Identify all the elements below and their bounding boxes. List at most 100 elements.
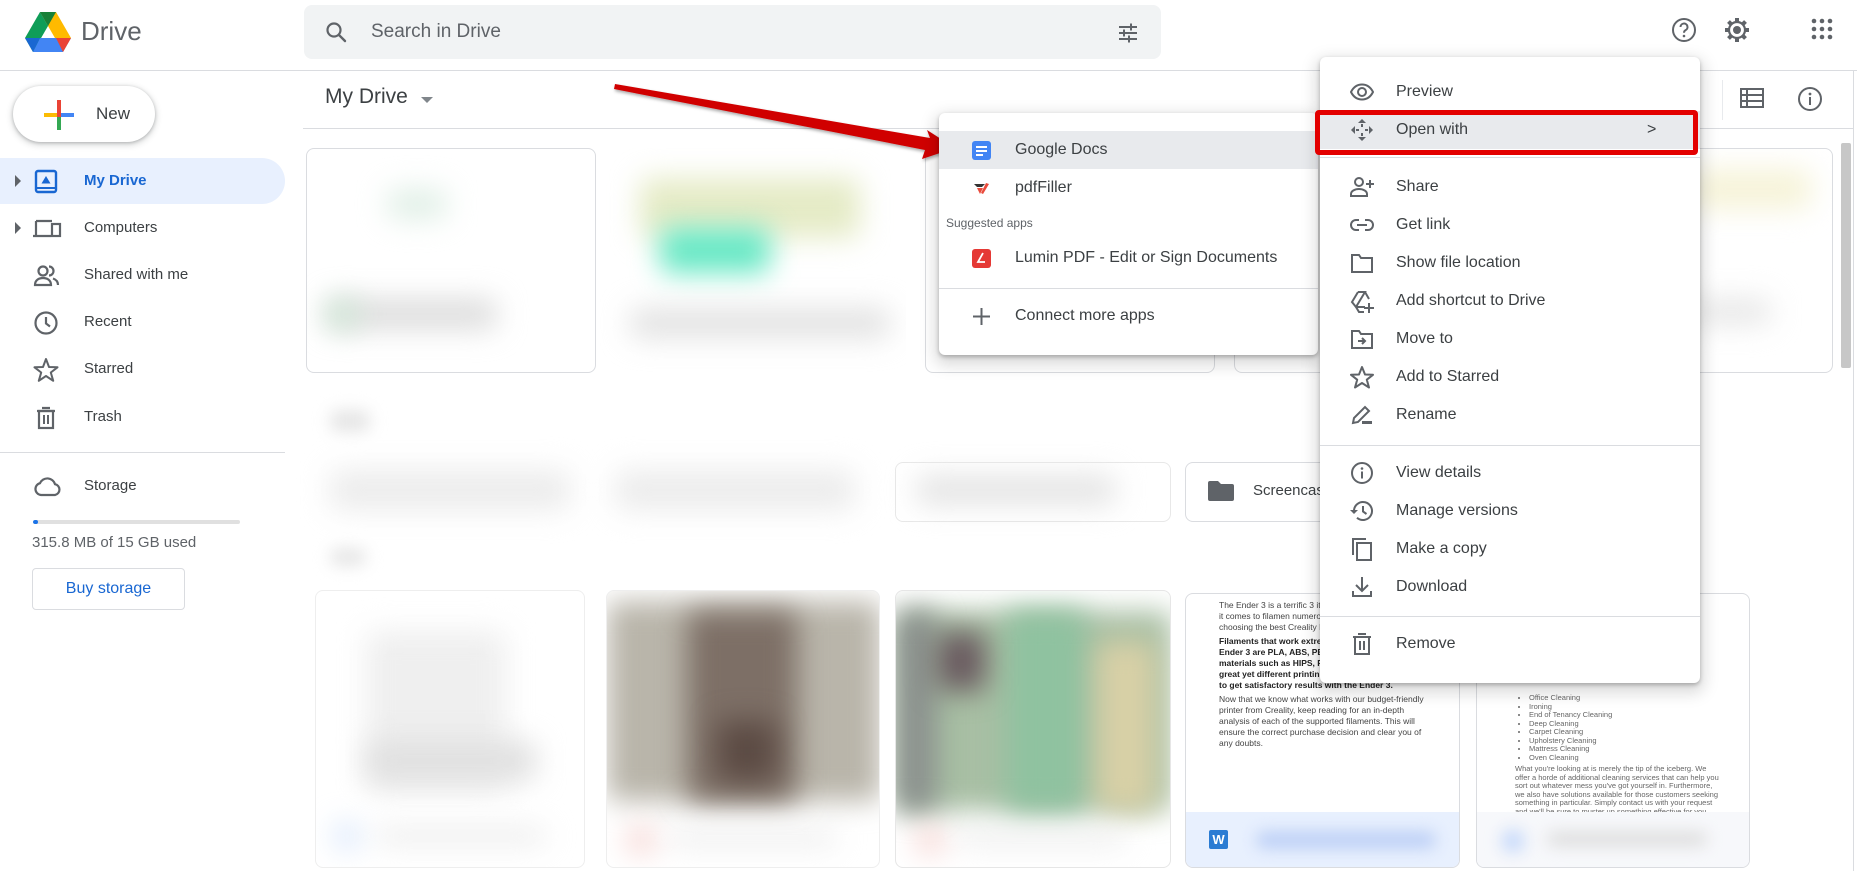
sidebar-item-computers[interactable]: Computers [0, 205, 285, 251]
open-with-icon [1350, 118, 1374, 142]
file-name-blurred [1547, 832, 1707, 846]
menu-divider [1320, 616, 1700, 617]
sidebar-item-label: Starred [84, 360, 134, 377]
pdffiller-icon [972, 179, 991, 198]
folder-card-blurred[interactable] [615, 470, 855, 510]
page-title[interactable]: My Drive [325, 85, 408, 109]
menu-item-add-to-starred[interactable]: Add to Starred [1320, 358, 1700, 396]
move-to-icon [1350, 327, 1374, 351]
file-name-blurred [1256, 832, 1436, 848]
cloud-icon [33, 475, 61, 501]
sidebar-item-recent[interactable]: Recent [0, 299, 285, 345]
expand-caret-icon[interactable] [15, 222, 21, 234]
storage-progress-bar [33, 520, 240, 524]
menu-item-show-file-location[interactable]: Show file location [1320, 244, 1700, 282]
details-info-icon[interactable] [1797, 86, 1823, 112]
google-docs-icon [972, 141, 991, 160]
menu-item-remove[interactable]: Remove [1320, 625, 1700, 663]
search-icon[interactable] [324, 20, 348, 44]
menu-item-manage-versions[interactable]: Manage versions [1320, 492, 1700, 530]
file-card-blurred[interactable] [1690, 148, 1833, 373]
new-button-label: New [96, 104, 131, 123]
info-icon [1350, 461, 1374, 485]
sidebar-item-label: Recent [84, 313, 132, 330]
search-options-icon[interactable] [1116, 21, 1140, 45]
menu-item-view-details[interactable]: View details [1320, 454, 1700, 492]
computers-icon [33, 216, 62, 242]
menu-item-get-link[interactable]: Get link [1320, 206, 1700, 244]
sidebar-item-shared-with-me[interactable]: Shared with me [0, 252, 285, 298]
storage-label: Storage [84, 477, 137, 494]
menu-divider [1320, 445, 1700, 446]
sidebar-item-label: My Drive [84, 172, 147, 189]
search-bar[interactable] [304, 5, 1161, 59]
sidebar-item-my-drive[interactable]: My Drive [0, 158, 285, 204]
menu-item-share[interactable]: Share [1320, 168, 1700, 206]
panel-border [1853, 71, 1854, 871]
new-button[interactable]: New [13, 86, 155, 142]
trash-icon [1350, 632, 1374, 656]
menu-item-open-with[interactable]: Open with > [1320, 111, 1700, 149]
annotation-arrow [600, 70, 970, 170]
submenu-chevron-icon: > [1647, 121, 1657, 138]
history-icon [1350, 499, 1374, 523]
suggested-apps-heading: Suggested apps [946, 216, 1033, 230]
menu-item-move-to[interactable]: Move to [1320, 320, 1700, 358]
submenu-item-lumin-pdf[interactable]: Lumin PDF - Edit or Sign Documents [939, 239, 1318, 277]
submenu-item-pdffiller[interactable]: pdfFiller [939, 169, 1318, 207]
menu-item-rename[interactable]: Rename [1320, 396, 1700, 434]
sidebar-item-label: Computers [84, 219, 158, 236]
toolbar-separator [1722, 80, 1723, 120]
doc-file-icon [1502, 830, 1524, 852]
folder-icon [1208, 481, 1234, 501]
trash-icon [33, 405, 59, 431]
apps-grid-icon[interactable] [1810, 17, 1836, 43]
menu-item-download[interactable]: Download [1320, 568, 1700, 606]
app-name: Drive [81, 16, 142, 46]
sidebar-item-label: Trash [84, 408, 122, 425]
help-icon[interactable] [1671, 17, 1697, 43]
title-dropdown-icon[interactable] [421, 97, 433, 103]
settings-icon[interactable] [1724, 17, 1750, 43]
plus-icon [972, 307, 991, 326]
buy-storage-button[interactable]: Buy storage [32, 568, 185, 610]
storage-usage-text: 315.8 MB of 15 GB used [32, 534, 197, 551]
file-card-blurred[interactable] [600, 148, 906, 373]
drive-logo-icon[interactable] [25, 12, 71, 52]
menu-item-preview[interactable]: Preview [1320, 73, 1700, 111]
folder-card-blurred[interactable] [895, 462, 1171, 522]
search-input[interactable] [371, 15, 1071, 49]
my-drive-icon [33, 169, 59, 195]
sidebar-divider [0, 452, 285, 453]
file-context-menu: Preview Open with > Share Get link Show … [1320, 57, 1700, 683]
file-card-blurred[interactable] [315, 590, 585, 868]
menu-item-make-a-copy[interactable]: Make a copy [1320, 530, 1700, 568]
file-card-blurred[interactable] [306, 148, 596, 373]
folder-card-blurred[interactable] [330, 470, 570, 510]
submenu-item-google-docs[interactable]: Google Docs [939, 131, 1318, 169]
sidebar-item-trash[interactable]: Trash [0, 394, 285, 440]
list-view-icon[interactable] [1740, 87, 1764, 109]
menu-divider [1320, 157, 1700, 158]
open-with-submenu: Google Docs pdfFiller Suggested apps Lum… [939, 113, 1318, 355]
add-shortcut-icon [1350, 289, 1374, 313]
submenu-item-connect-more-apps[interactable]: Connect more apps [939, 297, 1318, 335]
link-icon [1350, 213, 1374, 237]
folder-card[interactable]: Screencas [1185, 462, 1335, 522]
expand-caret-icon[interactable] [15, 175, 21, 187]
star-icon [33, 357, 59, 383]
file-card-blurred[interactable] [895, 590, 1171, 868]
download-icon [1350, 575, 1374, 599]
submenu-divider [939, 288, 1318, 289]
shared-icon [33, 263, 60, 289]
share-person-icon [1350, 175, 1374, 199]
copy-icon [1350, 537, 1374, 561]
eye-icon [1350, 80, 1374, 104]
sidebar-item-storage[interactable]: Storage [0, 463, 285, 509]
file-preview: Office Cleaning Ironing End of Tenancy C… [1515, 693, 1720, 828]
file-card-blurred[interactable] [606, 590, 880, 868]
menu-item-add-shortcut[interactable]: Add shortcut to Drive [1320, 282, 1700, 320]
scrollbar-thumb[interactable] [1841, 143, 1851, 368]
sidebar-item-starred[interactable]: Starred [0, 346, 285, 392]
folder-icon [1350, 251, 1374, 275]
